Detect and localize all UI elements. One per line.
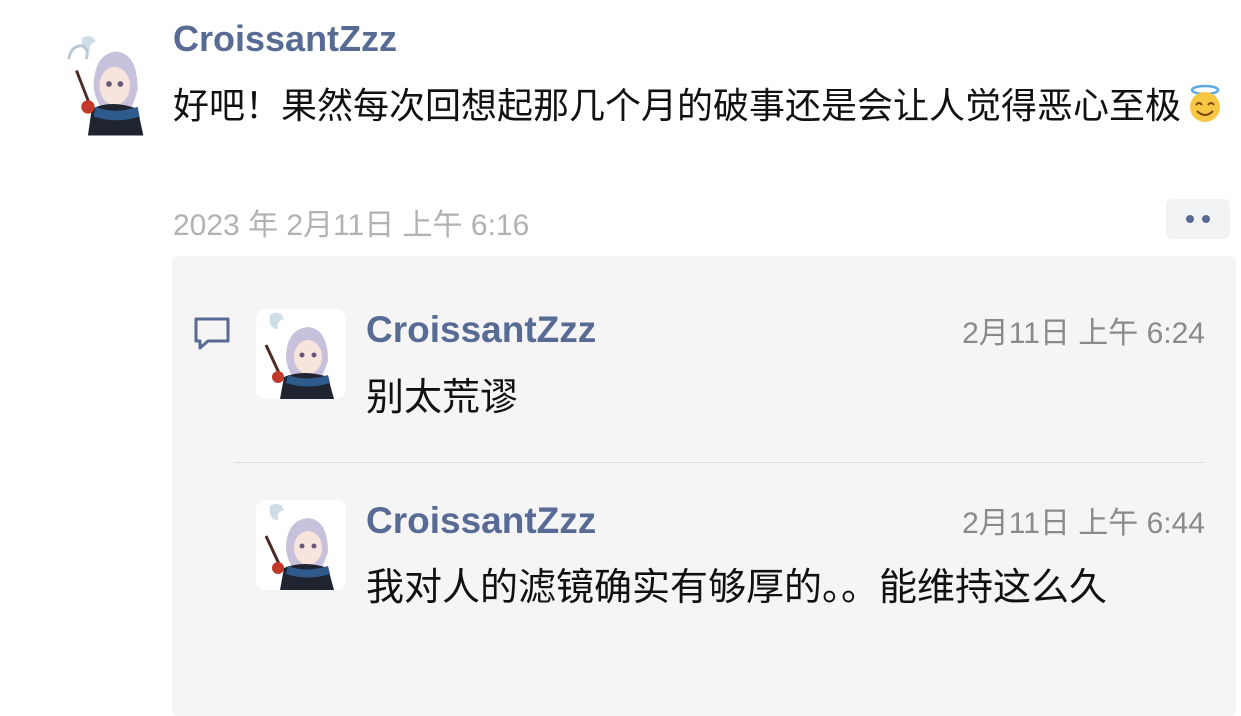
comment-text[interactable]: 别太荒谬 (366, 370, 1206, 424)
post-timestamp: 2023 年 2月11日 上午 6:16 (173, 209, 530, 242)
comment-bubble-icon (193, 314, 231, 352)
avatar-image (65, 30, 151, 136)
avatar-image (256, 500, 346, 590)
comment-divider (234, 462, 1204, 463)
comment-time: 2月11日 上午 6:24 (962, 317, 1205, 350)
avatar-image (256, 309, 346, 399)
smiling-face-with-halo-icon (1185, 84, 1225, 124)
post-text: 好吧！果然每次回想起那几个月的破事还是会让人觉得恶心至极 (173, 80, 1237, 134)
comment-avatar[interactable] (256, 309, 346, 399)
more-dots-icon (1186, 215, 1194, 223)
comment-time: 2月11日 上午 6:44 (962, 507, 1205, 540)
more-options-button[interactable] (1166, 199, 1230, 239)
comment-author-name[interactable]: CroissantZzz (366, 309, 596, 351)
comment-text[interactable]: 我对人的滤镜确实有够厚的。。能维持这么久 (366, 560, 1196, 614)
avatar[interactable] (65, 28, 151, 138)
post-text-content: 好吧！果然每次回想起那几个月的破事还是会让人觉得恶心至极 (173, 86, 1182, 127)
more-dots-icon (1202, 215, 1210, 223)
comment-avatar[interactable] (256, 500, 346, 590)
comment-author-name[interactable]: CroissantZzz (366, 500, 596, 542)
post-author-name[interactable]: CroissantZzz (173, 18, 397, 60)
